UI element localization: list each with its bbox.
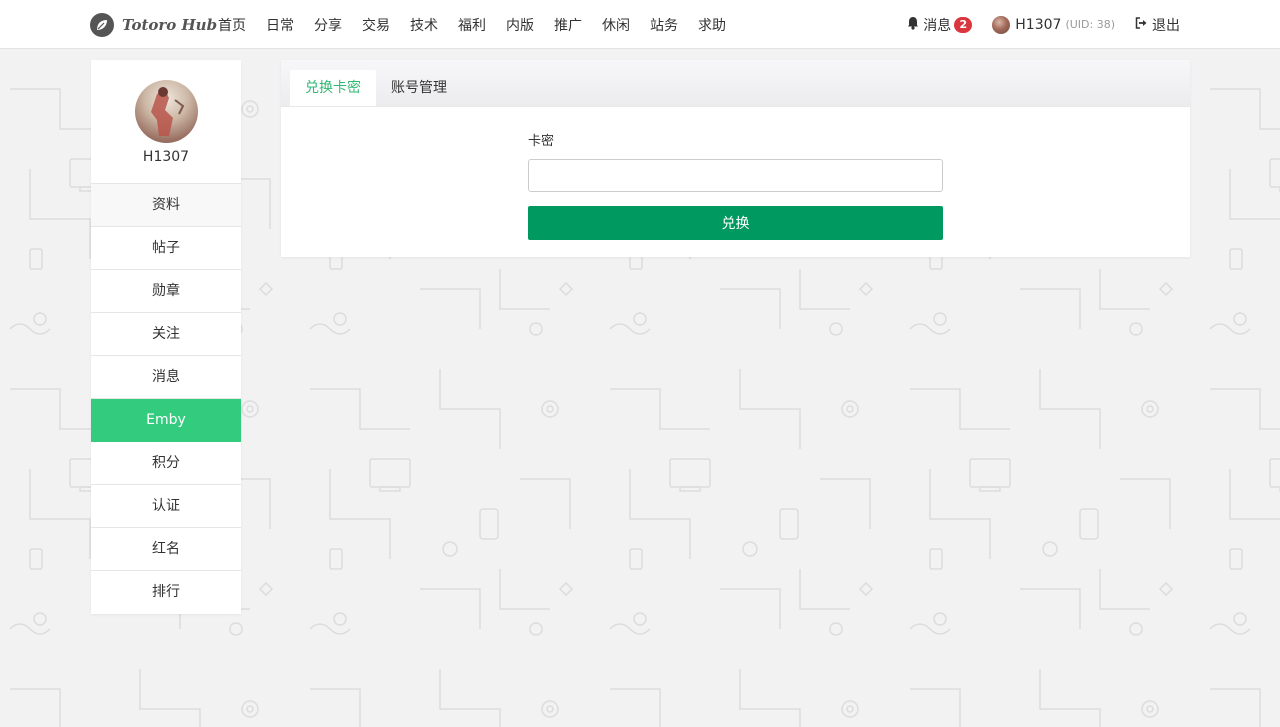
messages-label: 消息 [923, 17, 952, 34]
redeem-form: 卡密 兑换 [528, 130, 943, 240]
user-profile-link[interactable]: H1307 (UID: 38) [992, 15, 1115, 34]
nav-link-leisure[interactable]: 休闲 [602, 15, 630, 35]
tab-account-management[interactable]: 账号管理 [376, 70, 462, 106]
sidebar-item-medals[interactable]: 勋章 [91, 270, 241, 313]
nav-avatar [992, 15, 1011, 34]
nav-link-trade[interactable]: 交易 [362, 15, 390, 35]
panel-tabs: 兑换卡密 账号管理 [281, 60, 1190, 107]
sidebar-item-verification[interactable]: 认证 [91, 485, 241, 528]
sidebar-item-ranking[interactable]: 排行 [91, 571, 241, 614]
nav-link-promotion[interactable]: 推广 [554, 15, 582, 35]
redeem-panel: 兑换卡密 账号管理 卡密 兑换 [281, 60, 1190, 257]
nav-user-area: 消息 2 H1307 (UID: 38) 退出 [907, 0, 1180, 49]
sidebar-item-following[interactable]: 关注 [91, 313, 241, 356]
top-navbar: Totoro Hub 首页 日常 分享 交易 技术 福利 内版 推广 休闲 站务… [0, 0, 1280, 49]
nav-link-internal[interactable]: 内版 [506, 15, 534, 35]
sidebar-item-emby[interactable]: Emby [91, 399, 241, 442]
brand-name: Totoro Hub [122, 16, 218, 34]
avatar[interactable] [134, 80, 198, 143]
logout-label: 退出 [1152, 17, 1180, 34]
nav-link-tech[interactable]: 技术 [410, 15, 438, 35]
sidebar-menu: 资料 帖子 勋章 关注 消息 Emby 积分 认证 红名 排行 [91, 184, 241, 614]
user-sidebar: H1307 资料 帖子 勋章 关注 消息 Emby 积分 认证 红名 排行 [91, 60, 241, 614]
code-input[interactable] [528, 159, 943, 192]
code-field-label: 卡密 [528, 134, 555, 149]
sign-out-icon [1135, 16, 1148, 33]
brand-link[interactable]: Totoro Hub [90, 12, 217, 38]
nav-username: H1307 [1015, 16, 1062, 33]
main-nav: 首页 日常 分享 交易 技术 福利 内版 推广 休闲 站务 求助 [218, 0, 746, 49]
nav-link-site-affairs[interactable]: 站务 [650, 15, 678, 35]
sidebar-item-profile[interactable]: 资料 [91, 184, 241, 227]
bell-icon [907, 16, 919, 34]
profile-card: H1307 [91, 60, 241, 184]
sidebar-item-messages[interactable]: 消息 [91, 356, 241, 399]
nav-link-share[interactable]: 分享 [314, 15, 342, 35]
nav-link-welfare[interactable]: 福利 [458, 15, 486, 35]
nav-link-home[interactable]: 首页 [218, 15, 246, 35]
redeem-button[interactable]: 兑换 [528, 206, 943, 240]
sidebar-item-red-name[interactable]: 红名 [91, 528, 241, 571]
nav-link-help[interactable]: 求助 [698, 15, 726, 35]
nav-user-id: (UID: 38) [1065, 18, 1115, 31]
messages-count-badge: 2 [954, 16, 973, 33]
leaf-icon [90, 13, 114, 37]
messages-link[interactable]: 消息 2 [907, 15, 973, 35]
sidebar-item-posts[interactable]: 帖子 [91, 227, 241, 270]
nav-link-daily[interactable]: 日常 [266, 15, 294, 35]
logout-link[interactable]: 退出 [1135, 15, 1180, 35]
sidebar-item-points[interactable]: 积分 [91, 442, 241, 485]
profile-username: H1307 [142, 149, 190, 165]
tab-redeem-code[interactable]: 兑换卡密 [290, 70, 376, 106]
